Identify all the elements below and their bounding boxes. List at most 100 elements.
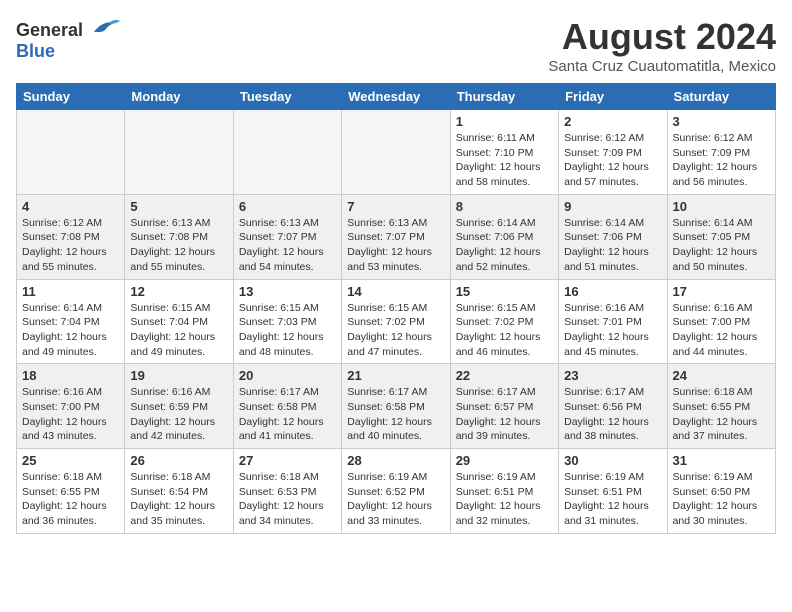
logo-bird-icon	[90, 16, 120, 36]
day-number: 15	[456, 284, 553, 299]
weekday-header: Saturday	[667, 84, 775, 110]
day-info: Sunrise: 6:15 AMSunset: 7:02 PMDaylight:…	[347, 301, 444, 360]
sunrise-text: Sunrise: 6:18 AM	[673, 385, 770, 400]
month-title: August 2024	[548, 16, 776, 58]
calendar-day-cell	[125, 110, 233, 195]
calendar-day-cell	[342, 110, 450, 195]
sunrise-text: Sunrise: 6:19 AM	[673, 470, 770, 485]
day-number: 12	[130, 284, 227, 299]
daylight-text: Daylight: 12 hours and 43 minutes.	[22, 415, 119, 444]
day-info: Sunrise: 6:19 AMSunset: 6:51 PMDaylight:…	[456, 470, 553, 529]
day-info: Sunrise: 6:14 AMSunset: 7:04 PMDaylight:…	[22, 301, 119, 360]
calendar-day-cell: 1 Sunrise: 6:11 AMSunset: 7:10 PMDaylight…	[450, 110, 558, 195]
sunset-text: Sunset: 7:09 PM	[564, 146, 661, 161]
sunset-text: Sunset: 6:51 PM	[564, 485, 661, 500]
sunset-text: Sunset: 7:03 PM	[239, 315, 336, 330]
daylight-text: Daylight: 12 hours and 45 minutes.	[564, 330, 661, 359]
day-number: 28	[347, 453, 444, 468]
daylight-text: Daylight: 12 hours and 31 minutes.	[564, 499, 661, 528]
sunset-text: Sunset: 7:00 PM	[22, 400, 119, 415]
sunset-text: Sunset: 6:58 PM	[347, 400, 444, 415]
daylight-text: Daylight: 12 hours and 30 minutes.	[673, 499, 770, 528]
calendar-day-cell: 9Sunrise: 6:14 AMSunset: 7:06 PMDaylight…	[559, 194, 667, 279]
daylight-text: Daylight: 12 hours and 40 minutes.	[347, 415, 444, 444]
sunrise-text: Sunrise: 6:17 AM	[347, 385, 444, 400]
sunrise-text: Sunrise: 6:12 AM	[22, 216, 119, 231]
calendar-day-cell: 11Sunrise: 6:14 AMSunset: 7:04 PMDayligh…	[17, 279, 125, 364]
sunset-text: Sunset: 7:07 PM	[347, 230, 444, 245]
sunset-text: Sunset: 7:05 PM	[673, 230, 770, 245]
calendar-day-cell: 6Sunrise: 6:13 AMSunset: 7:07 PMDaylight…	[233, 194, 341, 279]
calendar-day-cell: 8Sunrise: 6:14 AMSunset: 7:06 PMDaylight…	[450, 194, 558, 279]
sunrise-text: Sunrise: 6:14 AM	[564, 216, 661, 231]
sunrise-text: Sunrise: 6:11 AM	[456, 131, 553, 146]
calendar-day-cell: 29 Sunrise: 6:19 AMSunset: 6:51 PMDayligh…	[450, 449, 558, 534]
sunrise-text: Sunrise: 6:19 AM	[347, 470, 444, 485]
sunrise-text: Sunrise: 6:15 AM	[130, 301, 227, 316]
weekday-header: Tuesday	[233, 84, 341, 110]
sunset-text: Sunset: 6:55 PM	[673, 400, 770, 415]
day-number: 27	[239, 453, 336, 468]
day-info: Sunrise: 6:12 AMSunset: 7:08 PMDaylight:…	[22, 216, 119, 275]
day-number: 26	[130, 453, 227, 468]
daylight-text: Daylight: 12 hours and 36 minutes.	[22, 499, 119, 528]
sunset-text: Sunset: 7:00 PM	[673, 315, 770, 330]
sunrise-text: Sunrise: 6:13 AM	[347, 216, 444, 231]
calendar-day-cell: 18Sunrise: 6:16 AMSunset: 7:00 PMDayligh…	[17, 364, 125, 449]
day-number: 1	[456, 114, 553, 129]
day-info: Sunrise: 6:11 AMSunset: 7:10 PMDaylight:…	[456, 131, 553, 190]
daylight-text: Daylight: 12 hours and 48 minutes.	[239, 330, 336, 359]
sunset-text: Sunset: 7:10 PM	[456, 146, 553, 161]
day-info: Sunrise: 6:18 AMSunset: 6:55 PMDaylight:…	[22, 470, 119, 529]
sunset-text: Sunset: 6:58 PM	[239, 400, 336, 415]
day-info: Sunrise: 6:19 AMSunset: 6:52 PMDaylight:…	[347, 470, 444, 529]
sunset-text: Sunset: 7:01 PM	[564, 315, 661, 330]
calendar-day-cell: 10Sunrise: 6:14 AMSunset: 7:05 PMDayligh…	[667, 194, 775, 279]
daylight-text: Daylight: 12 hours and 50 minutes.	[673, 245, 770, 274]
daylight-text: Daylight: 12 hours and 57 minutes.	[564, 160, 661, 189]
sunrise-text: Sunrise: 6:13 AM	[239, 216, 336, 231]
sunrise-text: Sunrise: 6:19 AM	[456, 470, 553, 485]
daylight-text: Daylight: 12 hours and 35 minutes.	[130, 499, 227, 528]
daylight-text: Daylight: 12 hours and 49 minutes.	[22, 330, 119, 359]
logo-general-text: General	[16, 20, 83, 40]
daylight-text: Daylight: 12 hours and 38 minutes.	[564, 415, 661, 444]
sunset-text: Sunset: 7:02 PM	[347, 315, 444, 330]
day-number: 25	[22, 453, 119, 468]
day-number: 22	[456, 368, 553, 383]
sunrise-text: Sunrise: 6:14 AM	[673, 216, 770, 231]
sunrise-text: Sunrise: 6:19 AM	[564, 470, 661, 485]
daylight-text: Daylight: 12 hours and 54 minutes.	[239, 245, 336, 274]
day-info: Sunrise: 6:17 AMSunset: 6:58 PMDaylight:…	[347, 385, 444, 444]
day-number: 5	[130, 199, 227, 214]
calendar-day-cell: 14Sunrise: 6:15 AMSunset: 7:02 PMDayligh…	[342, 279, 450, 364]
daylight-text: Daylight: 12 hours and 53 minutes.	[347, 245, 444, 274]
sunrise-text: Sunrise: 6:16 AM	[564, 301, 661, 316]
daylight-text: Daylight: 12 hours and 41 minutes.	[239, 415, 336, 444]
day-info: Sunrise: 6:17 AMSunset: 6:58 PMDaylight:…	[239, 385, 336, 444]
sunrise-text: Sunrise: 6:16 AM	[22, 385, 119, 400]
calendar-day-cell: 22Sunrise: 6:17 AMSunset: 6:57 PMDayligh…	[450, 364, 558, 449]
calendar-day-cell: 26 Sunrise: 6:18 AMSunset: 6:54 PMDayligh…	[125, 449, 233, 534]
calendar-day-cell: 30 Sunrise: 6:19 AMSunset: 6:51 PMDayligh…	[559, 449, 667, 534]
daylight-text: Daylight: 12 hours and 34 minutes.	[239, 499, 336, 528]
daylight-text: Daylight: 12 hours and 55 minutes.	[22, 245, 119, 274]
sunrise-text: Sunrise: 6:17 AM	[239, 385, 336, 400]
day-number: 30	[564, 453, 661, 468]
calendar-day-cell: 4Sunrise: 6:12 AMSunset: 7:08 PMDaylight…	[17, 194, 125, 279]
daylight-text: Daylight: 12 hours and 58 minutes.	[456, 160, 553, 189]
day-number: 7	[347, 199, 444, 214]
day-info: Sunrise: 6:18 AMSunset: 6:54 PMDaylight:…	[130, 470, 227, 529]
sunset-text: Sunset: 7:09 PM	[673, 146, 770, 161]
day-number: 19	[130, 368, 227, 383]
daylight-text: Daylight: 12 hours and 51 minutes.	[564, 245, 661, 274]
day-number: 21	[347, 368, 444, 383]
sunrise-text: Sunrise: 6:16 AM	[673, 301, 770, 316]
day-info: Sunrise: 6:15 AMSunset: 7:03 PMDaylight:…	[239, 301, 336, 360]
day-number: 29	[456, 453, 553, 468]
sunset-text: Sunset: 7:08 PM	[22, 230, 119, 245]
sunset-text: Sunset: 6:54 PM	[130, 485, 227, 500]
calendar-day-cell: 23Sunrise: 6:17 AMSunset: 6:56 PMDayligh…	[559, 364, 667, 449]
logo: General Blue	[16, 16, 120, 62]
sunrise-text: Sunrise: 6:18 AM	[239, 470, 336, 485]
